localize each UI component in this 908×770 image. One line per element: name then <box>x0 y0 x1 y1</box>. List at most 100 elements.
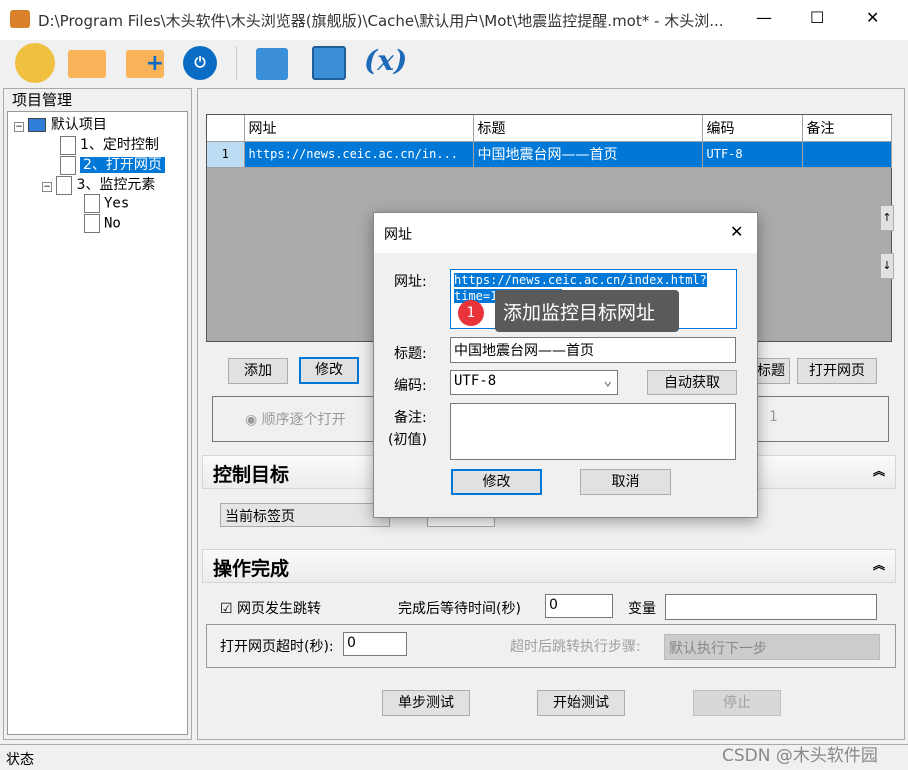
open-page-button[interactable]: 打开网页 <box>797 358 877 384</box>
document-icon <box>60 135 76 155</box>
table-row[interactable]: 1 https://news.ceic.ac.cn/in... 中国地震台网——首页… <box>207 141 892 168</box>
timeout-stepper[interactable]: 0 <box>343 632 407 656</box>
document-icon <box>56 175 73 195</box>
modify-button[interactable]: 修改 <box>299 357 359 384</box>
tree-item-label: Yes <box>104 195 130 212</box>
cell-url[interactable]: https://news.ceic.ac.cn/in... <box>244 141 474 168</box>
sequential-radio[interactable]: ◉ 顺序逐个打开 <box>245 409 346 429</box>
tree-item-monitor[interactable]: − 3、监控元素 <box>42 174 155 195</box>
document-icon <box>84 194 100 213</box>
grid-header[interactable]: 备注 <box>802 115 892 142</box>
step-badge: 1 <box>458 300 484 326</box>
encoding-label: 编码: <box>394 378 427 394</box>
sequential-radio-label: 顺序逐个打开 <box>261 412 346 428</box>
new-file-icon[interactable] <box>15 43 55 83</box>
grid-header <box>207 115 245 142</box>
timeout-value: 0 <box>347 635 356 651</box>
dialog-close-icon[interactable]: ✕ <box>730 222 743 241</box>
cell-note[interactable] <box>802 141 892 168</box>
row-number: 1 <box>207 141 245 168</box>
toolbar-divider <box>236 46 237 80</box>
computer-icon <box>28 118 47 132</box>
note-label: 备注: <box>394 410 427 426</box>
tree-item-yes[interactable]: Yes <box>84 194 129 213</box>
start-test-button[interactable]: 开始测试 <box>537 690 625 716</box>
title-bar: D:\Program Files\木头软件\木头浏览器(旗舰版)\Cache\默… <box>0 0 908 40</box>
tree-item-no[interactable]: No <box>84 214 121 233</box>
note-sublabel: (初值) <box>388 432 427 448</box>
close-button[interactable]: ✕ <box>866 8 879 27</box>
timeout-label: 打开网页超时(秒): <box>220 639 334 655</box>
section-title: 控制目标 <box>213 464 290 486</box>
document-icon <box>60 155 76 175</box>
tree-item-open-page[interactable]: 2、打开网页 <box>60 154 165 175</box>
tree-item-label: No <box>104 215 121 232</box>
tree-root[interactable]: − 默认项目 <box>14 114 107 134</box>
wait-time-stepper[interactable]: 0 <box>545 594 613 618</box>
dialog-modify-button[interactable]: 修改 <box>451 469 542 495</box>
dialog-title-bar: 网址 ✕ <box>374 213 757 253</box>
url-dialog: 网址 ✕ 网址: https://news.ceic.ac.cn/index.h… <box>373 212 758 518</box>
add-folder-icon[interactable]: + <box>126 50 164 78</box>
maximize-button[interactable]: ☐ <box>810 8 824 27</box>
document-icon <box>84 214 100 233</box>
minimize-button[interactable]: — <box>756 8 772 27</box>
dialog-title: 网址 <box>384 227 412 243</box>
move-down-button[interactable]: ↓ <box>880 253 894 279</box>
title-label: 标题: <box>394 346 427 362</box>
move-up-button[interactable]: ↑ <box>880 205 894 231</box>
variable-label: 变量 <box>628 601 656 617</box>
tree-item-timer[interactable]: 1、定时控制 <box>60 134 159 155</box>
open-count: 1 <box>769 409 778 425</box>
tree-item-label: 2、打开网页 <box>80 157 165 173</box>
jump-step-label: 超时后跳转执行步骤: <box>510 639 641 655</box>
cell-title[interactable]: 中国地震台网——首页 <box>473 141 703 168</box>
project-panel: 项目管理 − 默认项目 1、定时控制 2、打开网页 − 3、监控元素 Yes N… <box>3 88 192 740</box>
step-test-button[interactable]: 单步测试 <box>382 690 470 716</box>
section-title: 操作完成 <box>213 558 290 580</box>
collapse-chevron-icon[interactable]: ︽ <box>873 462 885 479</box>
collapse-chevron-icon[interactable]: ︽ <box>873 556 885 573</box>
note-textarea[interactable] <box>450 403 736 460</box>
add-button[interactable]: 添加 <box>228 358 288 384</box>
target-select[interactable]: 当前标签页 <box>220 503 390 527</box>
grid-header[interactable]: 网址 <box>244 115 474 142</box>
url-label: 网址: <box>394 274 427 290</box>
jump-checkbox-label: 网页发生跳转 <box>237 601 322 617</box>
toolbar: + ⏻ (x) <box>0 40 908 88</box>
tree-root-label: 默认项目 <box>50 117 107 133</box>
tooltip: 添加监控目标网址 <box>495 290 679 332</box>
save-icon[interactable] <box>256 48 288 80</box>
app-icon <box>10 10 30 28</box>
cell-encoding[interactable]: UTF-8 <box>702 141 803 168</box>
jump-step-select[interactable]: 默认执行下一步 <box>664 634 880 660</box>
done-header[interactable]: 操作完成 ︽ <box>202 549 896 583</box>
grid-header[interactable]: 编码 <box>702 115 803 142</box>
encoding-value: UTF-8 <box>454 373 497 389</box>
variable-icon[interactable]: (x) <box>364 44 407 77</box>
status-label: 状态 <box>6 752 34 768</box>
window-title: D:\Program Files\木头软件\木头浏览器(旗舰版)\Cache\默… <box>38 12 724 30</box>
tree-item-label: 3、监控元素 <box>76 177 156 193</box>
dialog-cancel-button[interactable]: 取消 <box>580 469 671 495</box>
chevron-down-icon: ⌄ <box>603 373 612 389</box>
jump-checkbox[interactable]: ☑ 网页发生跳转 <box>220 598 321 618</box>
project-tree[interactable]: − 默认项目 1、定时控制 2、打开网页 − 3、监控元素 Yes No <box>7 111 188 735</box>
collapse-icon[interactable]: − <box>14 122 24 132</box>
encoding-select[interactable]: UTF-8 ⌄ <box>450 370 618 395</box>
auto-fetch-button[interactable]: 自动获取 <box>647 370 737 395</box>
power-icon[interactable]: ⏻ <box>183 46 217 80</box>
save-as-icon[interactable] <box>312 46 346 80</box>
variable-input[interactable] <box>665 594 877 620</box>
watermark: CSDN @木头软件园 <box>722 746 878 766</box>
wait-label: 完成后等待时间(秒) <box>398 601 521 617</box>
grid-header[interactable]: 标题 <box>473 115 703 142</box>
wait-value: 0 <box>549 597 558 613</box>
stop-button[interactable]: 停止 <box>693 690 781 716</box>
tree-item-label: 1、定时控制 <box>80 137 159 153</box>
title-input[interactable]: 中国地震台网——首页 <box>450 337 736 363</box>
project-title: 项目管理 <box>12 91 73 109</box>
collapse-icon[interactable]: − <box>42 182 52 192</box>
open-folder-icon[interactable] <box>68 50 106 78</box>
status-bar: 状态 CSDN @木头软件园 <box>0 744 908 770</box>
